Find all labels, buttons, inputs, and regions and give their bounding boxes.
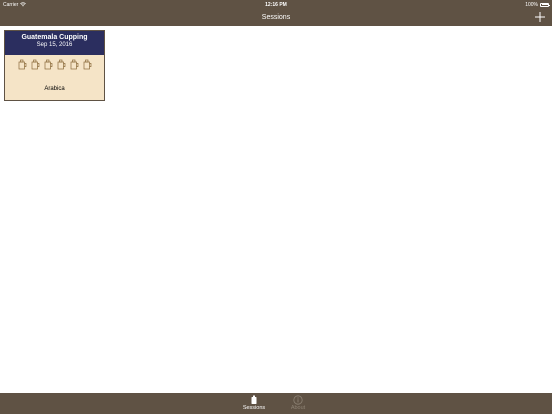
status-time: 12:16 PM xyxy=(265,1,287,8)
page-title: Sessions xyxy=(261,14,291,21)
tab-sessions[interactable]: Sessions xyxy=(234,395,274,413)
battery-group: 100% xyxy=(525,1,550,8)
navigation-bar: Sessions xyxy=(0,9,552,26)
tab-bar: Sessions About xyxy=(0,393,552,414)
tab-sessions-label: Sessions xyxy=(242,405,266,411)
session-bean-type: Arabica xyxy=(44,86,65,92)
sessions-grid: Guatemala Cupping Sep 15, 2016 Arabica xyxy=(0,26,552,393)
tab-about[interactable]: About xyxy=(278,395,318,413)
session-date: Sep 15, 2016 xyxy=(36,42,73,48)
tab-about-label: About xyxy=(290,405,306,411)
session-title: Guatemala Cupping xyxy=(21,34,88,41)
coffee-cup-icon xyxy=(44,59,52,70)
cup-icon xyxy=(251,395,257,404)
plus-icon xyxy=(535,12,545,22)
battery-percent: 100% xyxy=(525,1,538,8)
battery-icon xyxy=(540,2,550,7)
coffee-cup-icon xyxy=(83,59,91,70)
status-bar: Carrier 12:16 PM 100% xyxy=(0,0,552,9)
coffee-cup-icon xyxy=(18,59,26,70)
coffee-cup-icon xyxy=(70,59,78,70)
add-session-button[interactable] xyxy=(533,10,547,24)
cup-row xyxy=(5,59,104,70)
coffee-cup-icon xyxy=(31,59,39,70)
coffee-cup-icon xyxy=(57,59,65,70)
info-icon xyxy=(293,395,303,405)
session-card-header: Guatemala Cupping Sep 15, 2016 xyxy=(5,31,104,55)
session-card[interactable]: Guatemala Cupping Sep 15, 2016 Arabica xyxy=(4,30,105,101)
